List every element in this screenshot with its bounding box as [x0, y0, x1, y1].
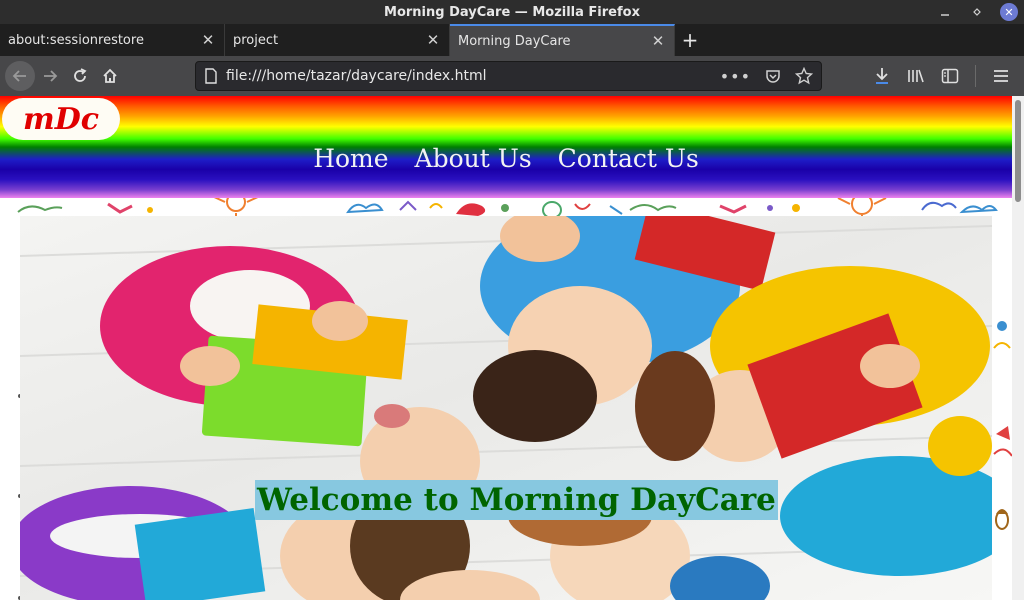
- toolbar-divider: [975, 65, 976, 87]
- url-text[interactable]: file:///home/tazar/daycare/index.html: [226, 68, 720, 84]
- home-button[interactable]: [95, 61, 125, 91]
- site-nav: Home About Us Contact Us: [0, 138, 1012, 178]
- back-button[interactable]: [5, 61, 35, 91]
- page-viewport: mDc Home About Us Contact Us: [0, 96, 1012, 600]
- tab-label: Morning DayCare: [458, 33, 571, 49]
- restore-icon[interactable]: [968, 3, 986, 21]
- window-controls: ✕: [936, 3, 1018, 21]
- reload-icon: [74, 68, 87, 82]
- url-bar[interactable]: file:///home/tazar/daycare/index.html ••…: [195, 61, 822, 91]
- forward-arrow-icon: [44, 70, 58, 82]
- scrollbar-thumb[interactable]: [1015, 100, 1021, 202]
- bookmark-star-icon[interactable]: [795, 67, 813, 85]
- tab-project[interactable]: project ✕: [225, 24, 450, 56]
- new-tab-button[interactable]: +: [675, 24, 705, 56]
- nav-toolbar: file:///home/tazar/daycare/index.html ••…: [0, 56, 1024, 96]
- sidebar-icon[interactable]: [937, 63, 963, 89]
- site-logo[interactable]: mDc: [2, 98, 120, 140]
- home-icon: [103, 68, 117, 83]
- page-icon: [205, 68, 217, 84]
- tab-sessionrestore[interactable]: about:sessionrestore ✕: [0, 24, 225, 56]
- toolbar-right: [869, 61, 1024, 91]
- tab-morning-daycare[interactable]: Morning DayCare ✕: [450, 24, 675, 56]
- page-actions-icon[interactable]: •••: [720, 67, 751, 86]
- window-titlebar: Morning DayCare — Mozilla Firefox ✕: [0, 0, 1024, 24]
- reload-button[interactable]: [65, 61, 95, 91]
- downloads-icon[interactable]: [869, 63, 895, 89]
- hamburger-menu-icon[interactable]: [988, 63, 1014, 89]
- close-window-icon[interactable]: ✕: [1000, 3, 1018, 21]
- pocket-icon[interactable]: [765, 68, 781, 84]
- back-arrow-icon: [12, 70, 26, 82]
- close-tab-icon[interactable]: ✕: [650, 32, 666, 50]
- hero-image: [20, 216, 992, 600]
- plus-icon: +: [681, 28, 699, 52]
- nav-link-about-us[interactable]: About Us: [415, 144, 532, 173]
- close-tab-icon[interactable]: ✕: [200, 31, 216, 49]
- window-title: Morning DayCare — Mozilla Firefox: [384, 4, 640, 20]
- close-tab-icon[interactable]: ✕: [425, 31, 441, 49]
- library-icon[interactable]: [903, 63, 929, 89]
- tab-strip: about:sessionrestore ✕ project ✕ Morning…: [0, 24, 1024, 56]
- welcome-heading: Welcome to Morning DayCare: [255, 480, 778, 520]
- children-photo: [20, 216, 992, 600]
- tab-label: about:sessionrestore: [8, 32, 144, 48]
- tab-label: project: [233, 32, 279, 48]
- minimize-icon[interactable]: [936, 3, 954, 21]
- nav-link-home[interactable]: Home: [313, 144, 388, 173]
- forward-button[interactable]: [35, 61, 65, 91]
- nav-link-contact-us[interactable]: Contact Us: [558, 144, 699, 173]
- page-scrollbar[interactable]: [1012, 96, 1024, 600]
- site-header: mDc Home About Us Contact Us: [0, 96, 1012, 198]
